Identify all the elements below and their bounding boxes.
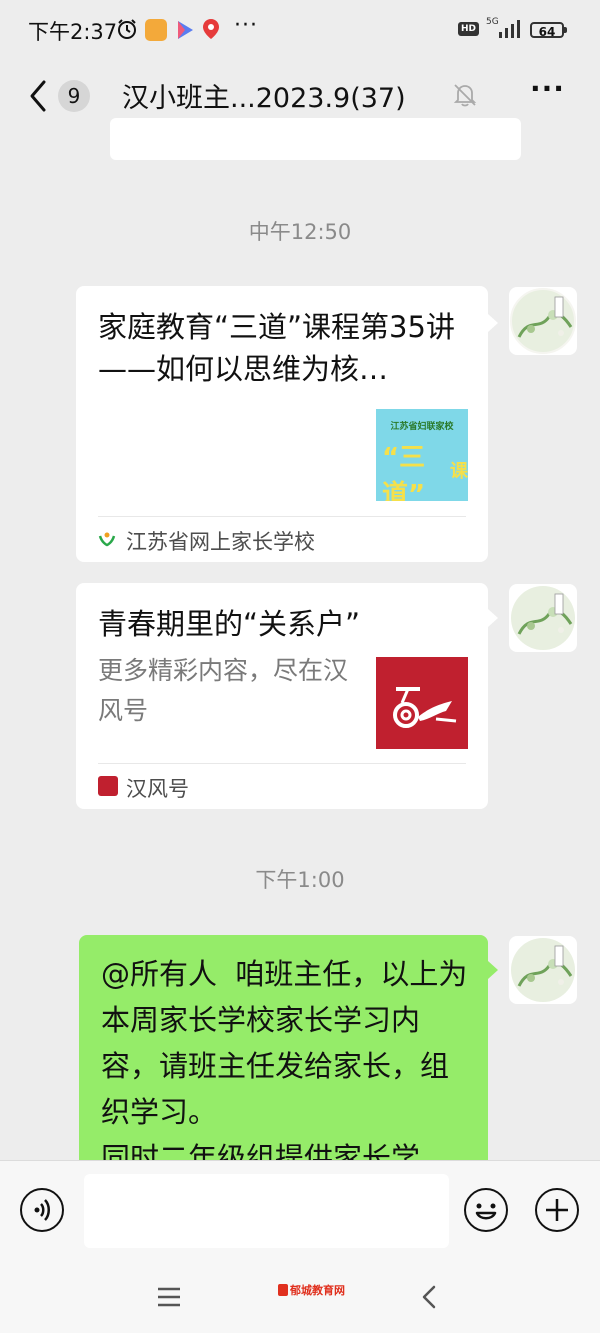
parent-school-logo-icon [98, 532, 116, 547]
avatar[interactable] [509, 287, 577, 355]
notes-app-icon [145, 19, 167, 41]
emoji-button[interactable] [464, 1188, 508, 1232]
timestamp: 下午1:00 [255, 868, 345, 892]
bubble-tail [488, 609, 498, 627]
map-pin-icon [203, 19, 219, 39]
card-description: 更多精彩内容，尽在汉风号 [98, 656, 349, 725]
signal-icon [499, 20, 520, 38]
chat-title: 汉小班主...2023.9(37) [122, 83, 406, 114]
hanfeng-icon [98, 776, 118, 796]
hd-badge: HD [458, 22, 479, 36]
status-more-dots: ··· [234, 13, 258, 38]
link-card[interactable]: 家庭教育“三道”课程第35讲——如何以思维为核… 江苏省妇联家校 “三道” 课 … [76, 286, 488, 562]
menu-lines-icon[interactable] [156, 1286, 182, 1308]
bubble-tail [488, 961, 498, 979]
add-more-button[interactable] [535, 1188, 579, 1232]
message-bubble[interactable]: @所有人 咱班主任，以上为本周家长学校家长学习内容，请班主任发给家长，组织学习。… [79, 935, 488, 1175]
plus-icon [546, 1199, 568, 1221]
smiley-icon [475, 1203, 497, 1220]
avatar[interactable] [509, 584, 577, 652]
card-source: 江苏省网上家长学校 [126, 530, 315, 554]
message-input[interactable] [84, 1174, 449, 1248]
alarm-icon [118, 19, 136, 39]
network-type: 5G [486, 17, 499, 27]
watermark-mark [278, 1284, 288, 1296]
battery-level: 64 [530, 22, 564, 39]
battery-tip [564, 27, 567, 33]
nav-back-icon[interactable] [418, 1284, 440, 1310]
card-title: 家庭教育“三道”课程第35讲——如何以思维为核… [98, 310, 455, 386]
card-thumbnail: 江苏省妇联家校 “三道” 课 [376, 409, 468, 501]
avatar[interactable] [509, 936, 577, 1004]
unread-count-badge[interactable]: 9 [58, 80, 90, 112]
mute-bell-icon [453, 84, 477, 107]
card-source: 汉风号 [126, 777, 189, 801]
card-title: 青春期里的“关系户” [98, 607, 361, 641]
watermark-logo: 郁城教育网 [278, 1282, 348, 1302]
hanfeng-logo-thumbnail [376, 657, 468, 749]
video-app-icon [178, 21, 193, 39]
link-card[interactable]: 青春期里的“关系户” 更多精彩内容，尽在汉风号 汉风号 [76, 583, 488, 809]
status-bar: 下午2:37 ··· HD 5G 64 [0, 0, 600, 60]
more-options-button[interactable]: ··· [530, 72, 565, 105]
message-text: @所有人 咱班主任，以上为本周家长学校家长学习内容，请班主任发给家长，组织学习。… [101, 957, 468, 1175]
watermark-text: 郁城教育网 [290, 1284, 345, 1297]
voice-icon [34, 1199, 50, 1221]
card-divider [98, 516, 466, 517]
voice-input-button[interactable] [20, 1188, 64, 1232]
status-time: 下午2:37 [28, 20, 118, 44]
timestamp: 中午12:50 [248, 220, 352, 244]
previous-message-bubble[interactable] [110, 118, 521, 160]
back-arrow-icon[interactable] [24, 78, 54, 114]
bubble-tail [488, 314, 498, 332]
card-divider [98, 763, 466, 764]
